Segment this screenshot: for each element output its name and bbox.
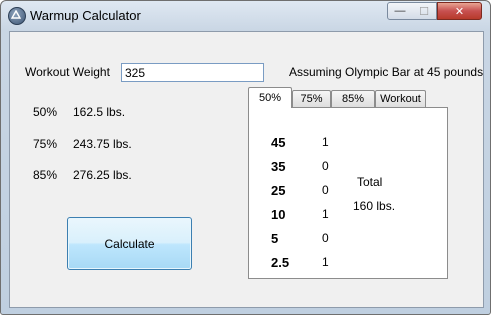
plate-count: 0: [322, 159, 329, 173]
percent-label: 50%: [33, 105, 58, 119]
plate-weight: 5: [271, 231, 279, 246]
percent-weight-value: 276.25 lbs.: [73, 168, 132, 182]
plate-weight: 35: [271, 159, 286, 174]
plate-count: 1: [322, 135, 329, 149]
plate-weight: 10: [271, 207, 286, 222]
percent-weight-value: 243.75 lbs.: [73, 137, 132, 151]
percent-weight-value: 162.5 lbs.: [73, 105, 126, 119]
close-icon: ✕: [454, 5, 465, 18]
plate-count: 0: [322, 231, 329, 245]
plate-weight: 45: [271, 135, 286, 150]
tab-85-percent[interactable]: 85%: [331, 90, 375, 107]
close-button[interactable]: ✕: [437, 2, 482, 20]
client-area: Workout Weight Assuming Olympic Bar at 4…: [9, 31, 484, 308]
minimize-icon: —: [394, 5, 406, 17]
maximize-button[interactable]: ☐: [412, 2, 437, 20]
tab-75-percent[interactable]: 75%: [292, 90, 331, 107]
bar-assumption-note: Assuming Olympic Bar at 45 pounds: [289, 65, 484, 79]
percent-label: 85%: [33, 168, 58, 182]
workout-weight-input[interactable]: [121, 63, 264, 82]
tab-page-50-percent: 45 1 35 0 25 0 10 1 5 0 2.5 1 Total 160 …: [248, 107, 448, 279]
calculate-button[interactable]: Calculate: [67, 217, 192, 270]
tab-workout[interactable]: Workout: [375, 90, 426, 107]
app-icon[interactable]: [8, 7, 26, 25]
app-window: Warmup Calculator — ☐ ✕ Workout Weight A…: [0, 0, 491, 315]
plate-count: 0: [322, 183, 329, 197]
window-title: Warmup Calculator: [30, 8, 141, 23]
minimize-button[interactable]: —: [387, 2, 413, 20]
maximize-icon: ☐: [419, 5, 429, 18]
title-bar[interactable]: Warmup Calculator — ☐ ✕: [1, 1, 490, 31]
tab-50-percent[interactable]: 50%: [248, 87, 292, 108]
plate-count: 1: [322, 207, 329, 221]
plate-weight: 2.5: [271, 255, 290, 270]
percent-label: 75%: [33, 137, 58, 151]
workout-weight-label: Workout Weight: [25, 65, 110, 79]
total-label: Total: [357, 175, 383, 189]
tab-control: 50% 75% 85% Workout 45 1 35 0 25 0 10 1 …: [248, 87, 448, 279]
plate-count: 1: [322, 255, 329, 269]
plate-weight: 25: [271, 183, 286, 198]
total-value: 160 lbs.: [353, 199, 396, 213]
